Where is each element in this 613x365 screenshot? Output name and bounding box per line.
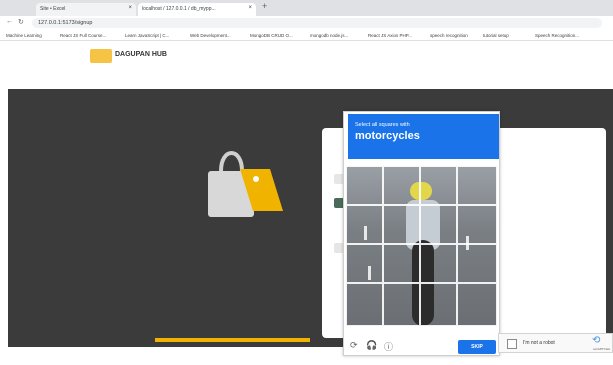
bookmark-10[interactable]: Speech Recognition... bbox=[535, 33, 579, 38]
tab-2-label: localhost / 127.0.0.1 / db_mypp... bbox=[142, 6, 216, 12]
bookmark-9[interactable]: tutorial setup bbox=[483, 33, 509, 38]
tab-1-label: Site • Excel bbox=[40, 6, 66, 12]
tab-1-close-icon[interactable]: × bbox=[128, 5, 132, 11]
tab-2[interactable]: localhost / 127.0.0.1 / db_mypp... × bbox=[138, 3, 256, 16]
back-icon[interactable]: ← bbox=[6, 18, 13, 25]
recaptcha-target: motorcycles bbox=[355, 130, 420, 142]
address-bar-row: ← ↻ 127.0.0.1:5173/signup bbox=[0, 16, 613, 30]
bookmark-6[interactable]: mongodb node.js... bbox=[310, 33, 348, 38]
recaptcha-tile[interactable] bbox=[420, 244, 457, 283]
bookmark-4[interactable]: Web Development... bbox=[190, 33, 231, 38]
recaptcha-tile[interactable] bbox=[457, 205, 497, 244]
address-value: 127.0.0.1:5173/signup bbox=[38, 20, 93, 26]
audio-challenge-icon[interactable]: 🎧 bbox=[366, 340, 377, 351]
not-a-robot-checkbox[interactable] bbox=[507, 339, 517, 349]
recaptcha-checkbox-widget: I'm not a robot ⟲ reCAPTCHA bbox=[498, 333, 613, 353]
recaptcha-image-grid bbox=[346, 166, 497, 326]
reload-challenge-icon[interactable]: ⟳ bbox=[350, 340, 358, 351]
recaptcha-tile[interactable] bbox=[420, 166, 457, 205]
new-tab-icon[interactable]: + bbox=[262, 1, 267, 11]
recaptcha-tile[interactable] bbox=[346, 205, 383, 244]
recaptcha-challenge: Select all squares with motorcycles ⟳ 🎧 … bbox=[343, 111, 500, 356]
not-a-robot-label: I'm not a robot bbox=[523, 340, 555, 346]
recaptcha-tile[interactable] bbox=[346, 166, 383, 205]
bookmark-5[interactable]: MongoDB CRUD O... bbox=[250, 33, 293, 38]
recaptcha-tile[interactable] bbox=[346, 283, 383, 326]
skip-button[interactable]: SKIP bbox=[458, 340, 496, 354]
recaptcha-tile[interactable] bbox=[346, 244, 383, 283]
bookmark-7[interactable]: React JS Axios PHP... bbox=[368, 33, 412, 38]
recaptcha-header: Select all squares with motorcycles bbox=[348, 114, 499, 159]
bookmark-3[interactable]: Learn JavaScript | C... bbox=[125, 33, 169, 38]
recaptcha-tile[interactable] bbox=[420, 283, 457, 326]
recaptcha-tile[interactable] bbox=[457, 166, 497, 205]
recaptcha-brand: reCAPTCHA bbox=[592, 347, 610, 351]
site-brand: DAGUPAN HUB bbox=[115, 51, 167, 58]
tab-2-close-icon[interactable]: × bbox=[248, 5, 252, 11]
bookmark-8[interactable]: speech recognition bbox=[430, 33, 468, 38]
tab-1[interactable]: Site • Excel × bbox=[36, 3, 136, 16]
recaptcha-tile[interactable] bbox=[457, 283, 497, 326]
browser-tab-bar: Site • Excel × localhost / 127.0.0.1 / d… bbox=[0, 0, 613, 16]
recaptcha-subtitle: Select all squares with bbox=[355, 122, 410, 128]
bookmarks-bar: Machine Learning React JS Full Course...… bbox=[0, 30, 613, 41]
hero-tagline: Every Purchase Will Be Made With Pleasur… bbox=[133, 356, 281, 365]
reload-icon[interactable]: ↻ bbox=[18, 18, 24, 26]
recaptcha-footer: ⟳ 🎧 ⓘ SKIP bbox=[344, 336, 501, 357]
bookmark-1[interactable]: Machine Learning bbox=[6, 33, 42, 38]
bookmark-2[interactable]: React JS Full Course... bbox=[60, 33, 106, 38]
recaptcha-tile[interactable] bbox=[420, 205, 457, 244]
site-logo[interactable] bbox=[90, 49, 112, 63]
recaptcha-tile[interactable] bbox=[383, 205, 420, 244]
recaptcha-tile[interactable] bbox=[383, 166, 420, 205]
info-icon[interactable]: ⓘ bbox=[384, 340, 393, 353]
recaptcha-tile[interactable] bbox=[457, 244, 497, 283]
hero-accent-line bbox=[155, 338, 310, 342]
recaptcha-tile[interactable] bbox=[383, 283, 420, 326]
recaptcha-tile[interactable] bbox=[383, 244, 420, 283]
shopping-bag-icon bbox=[208, 151, 283, 217]
site-header: DAGUPAN HUB bbox=[0, 41, 613, 89]
address-input[interactable]: 127.0.0.1:5173/signup bbox=[32, 18, 602, 28]
